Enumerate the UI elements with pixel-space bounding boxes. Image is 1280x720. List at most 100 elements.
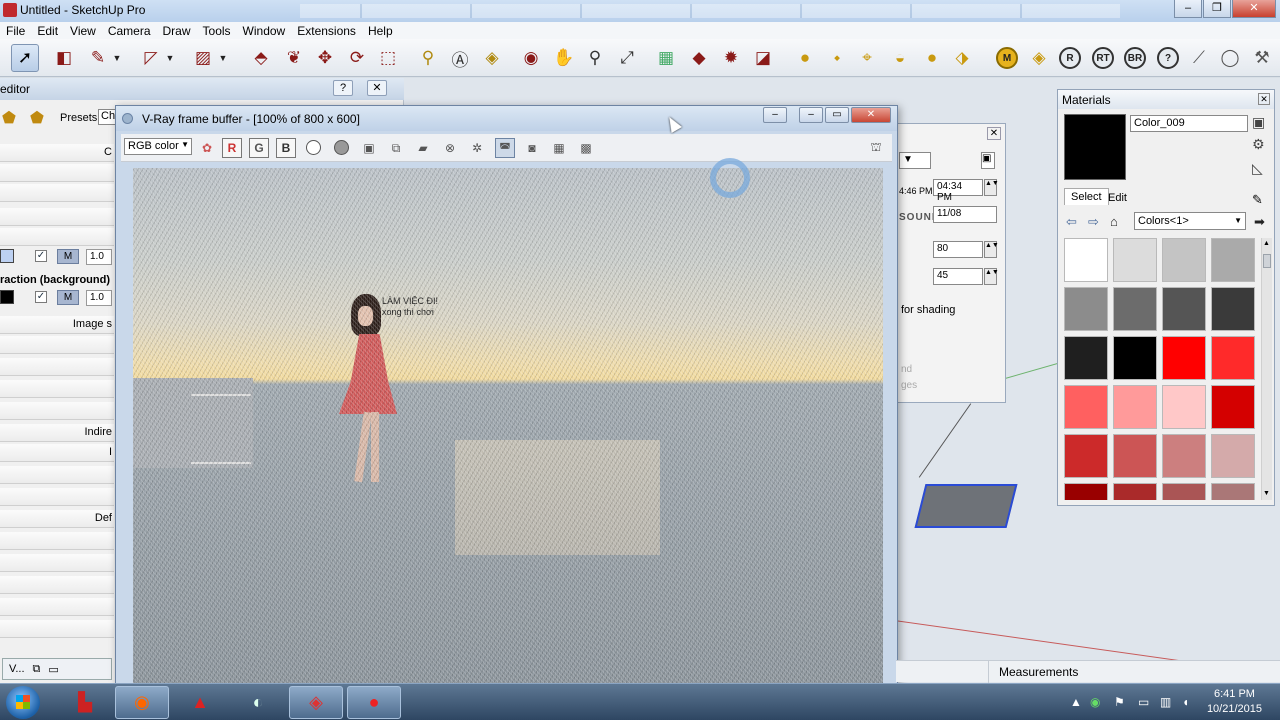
taskbar-sketchup-icon[interactable]: ▙ (58, 686, 112, 719)
material-swatch[interactable] (1211, 238, 1255, 282)
date-field[interactable]: 11/08 (933, 206, 997, 223)
close-icon[interactable]: ✕ (367, 80, 387, 96)
swatch-scrollbar[interactable]: ▲ ▼ (1261, 238, 1272, 500)
background-color-swatch[interactable] (0, 249, 14, 263)
vray-bottom-tab[interactable]: V... ⧉ ▭ (2, 658, 112, 680)
pan-tool-icon[interactable]: ✋ (550, 44, 578, 72)
vfb-close-button[interactable]: ✕ (851, 107, 891, 123)
extension-warehouse-icon[interactable]: ◪ (749, 44, 777, 72)
color-mode-select[interactable]: RGB color ▼ (124, 138, 192, 155)
dark-spinner[interactable]: ▲▼ (984, 268, 999, 285)
material-swatch[interactable] (1113, 483, 1157, 500)
default-displacement-row[interactable]: Def (0, 510, 114, 528)
measurements-box[interactable]: Measurements (988, 661, 1280, 683)
rollout-row[interactable] (0, 208, 114, 226)
flag-tray-icon[interactable]: ⚑ (1114, 695, 1125, 709)
mono-mode-icon[interactable] (334, 140, 349, 155)
taskbar-browser-icon[interactable]: ◐ (231, 686, 285, 719)
help-icon[interactable]: ? (333, 80, 353, 96)
render-region-icon[interactable]: ◚ (495, 138, 515, 158)
material-swatch[interactable] (1162, 238, 1206, 282)
taskbar-clock[interactable]: 6:41 PM 10/21/2015 (1207, 687, 1262, 717)
vray-mesh-light-icon[interactable]: ⬗ (948, 44, 976, 72)
time-field[interactable]: 04:34 PM (933, 179, 983, 203)
link-to-viewport-icon[interactable]: ◙ (522, 138, 542, 158)
rollout-row[interactable] (0, 576, 114, 594)
material-swatch[interactable] (1162, 434, 1206, 478)
light-spinner[interactable]: ▲▼ (984, 241, 999, 258)
render-teapot-icon[interactable]: ⛫ (866, 138, 886, 158)
default-material-icon[interactable]: ◺ (1252, 160, 1263, 177)
start-button[interactable] (6, 686, 40, 719)
load-image-icon[interactable]: ▰ (413, 138, 433, 158)
rollout-row[interactable] (0, 358, 114, 376)
material-swatch[interactable] (1211, 336, 1255, 380)
vray-material-editor-icon[interactable]: M (996, 47, 1018, 69)
rotate-tool-icon[interactable]: ⟳ (343, 44, 371, 72)
rollout-row[interactable] (0, 488, 114, 506)
back-arrow-icon[interactable]: ⇦ (1066, 214, 1077, 230)
material-swatch[interactable] (1162, 336, 1206, 380)
paint-bucket-icon[interactable]: ◈ (478, 44, 506, 72)
minimize-button[interactable]: – (1174, 0, 1202, 18)
time-spinner[interactable]: ▲▼ (984, 179, 999, 196)
dark-field[interactable]: 45 (933, 268, 983, 285)
rollout-row[interactable] (0, 184, 114, 202)
vray-spot-light-icon[interactable]: ⬩ (823, 44, 851, 72)
eraser-tool-icon[interactable]: ◧ (50, 44, 78, 72)
rollout-row[interactable] (0, 164, 114, 182)
show-hidden-icons-icon[interactable]: ▲ (1070, 695, 1082, 709)
details-arrow-icon[interactable]: ➡ (1254, 214, 1265, 230)
material-swatch[interactable] (1113, 336, 1157, 380)
save-image-icon[interactable]: ▣ (359, 138, 379, 158)
scroll-thumb[interactable] (1263, 254, 1271, 268)
material-swatch[interactable] (1162, 385, 1206, 429)
track-mouse-icon[interactable]: ✲ (467, 138, 487, 158)
material-swatch[interactable] (1064, 238, 1108, 282)
close-button[interactable]: ✕ (1232, 0, 1276, 18)
shadow-dropdown[interactable]: ▼ (899, 152, 931, 169)
dropdown-arrow-icon[interactable]: ▼ (163, 44, 177, 72)
save-all-icon[interactable]: ⧉ (386, 138, 406, 158)
vray-options-icon[interactable]: ◈ (1025, 44, 1053, 72)
clear-image-icon[interactable]: ⊗ (440, 138, 460, 158)
indirect-illumination-row[interactable]: Indire (0, 424, 114, 442)
blue-channel-button[interactable]: B (276, 138, 296, 158)
menu-extensions[interactable]: Extensions (291, 24, 362, 38)
forward-arrow-icon[interactable]: ⇨ (1088, 214, 1099, 230)
menu-view[interactable]: View (64, 24, 102, 38)
material-name-field[interactable]: Color_009 (1130, 115, 1248, 132)
rollout-row[interactable] (0, 336, 114, 354)
volume-icon[interactable]: ◖ (1182, 695, 1189, 709)
region-render-icon[interactable]: ▦ (549, 138, 569, 158)
material-swatch[interactable] (1113, 434, 1157, 478)
menu-draw[interactable]: Draw (157, 24, 197, 38)
rollout-row[interactable] (0, 466, 114, 484)
load-preset-icon[interactable]: ⬟ (2, 108, 22, 127)
rollout-row[interactable] (0, 598, 114, 616)
vray-omni-light-icon[interactable]: ⌖ (853, 44, 881, 72)
rollout-row[interactable] (0, 620, 114, 638)
push-pull-tool-icon[interactable]: ⬘ (247, 44, 275, 72)
vray-proxy-icon[interactable]: ⚒ (1248, 44, 1276, 72)
material-swatch[interactable] (1064, 434, 1108, 478)
material-swatch[interactable] (1211, 385, 1255, 429)
arc-tool-icon[interactable]: ◸ (137, 44, 165, 72)
move-tool-icon[interactable]: ✥ (311, 44, 339, 72)
restore-icon[interactable]: ⧉ (33, 663, 41, 675)
color-corrections-icon[interactable]: ▩ (576, 138, 596, 158)
zoom-extents-icon[interactable]: ⤢ (613, 44, 641, 72)
override-checkbox[interactable]: ✓ (35, 250, 47, 262)
warehouse-icon[interactable]: ▦ (652, 44, 680, 72)
create-material-icon[interactable]: ⚙ (1252, 136, 1265, 153)
light-field[interactable]: 80 (933, 241, 983, 258)
library-select[interactable]: Colors<1> ▼ (1134, 212, 1246, 230)
tab-select[interactable]: Select (1064, 188, 1109, 205)
menu-window[interactable]: Window (237, 24, 292, 38)
maximize-button[interactable]: ❐ (1203, 0, 1231, 18)
vfb-maximize-button[interactable]: ▭ (825, 107, 849, 123)
rollout-row[interactable]: C (0, 144, 114, 162)
vray-sphere-light-icon[interactable]: ● (791, 44, 819, 72)
material-swatch[interactable] (1211, 434, 1255, 478)
rectangle-tool-icon[interactable]: ▨ (189, 44, 217, 72)
